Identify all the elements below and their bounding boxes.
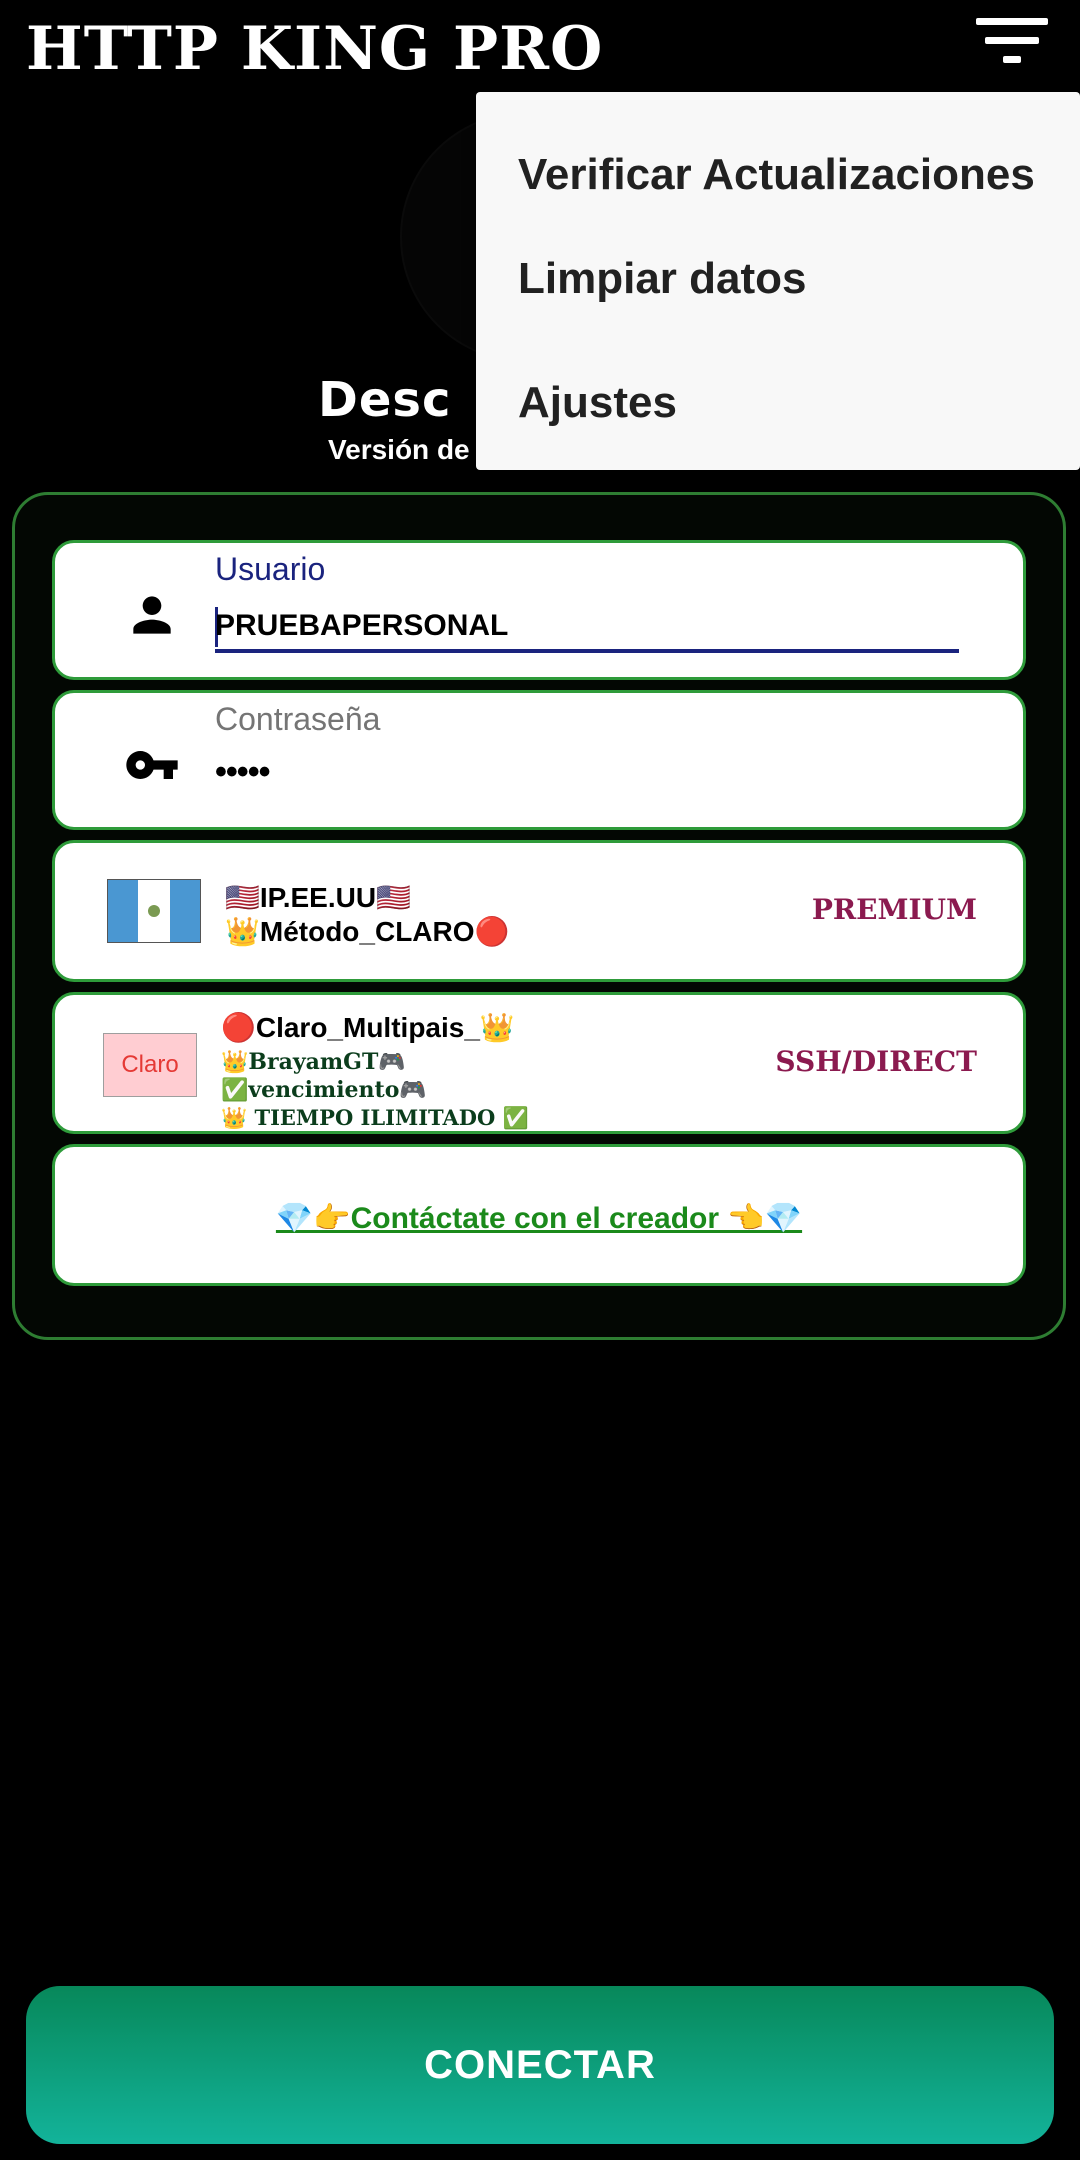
payload-author: 👑BrayamGT🎮 [221, 1049, 406, 1075]
contact-creator-link[interactable]: 💎👉Contáctate con el creador 👈💎 [55, 1201, 1023, 1236]
input-underline [215, 649, 959, 653]
payload-duration: 👑 TIEMPO ILIMITADO ✅ [221, 1105, 529, 1130]
payload-title: 🔴Claro_Multipais_👑 [221, 1012, 515, 1043]
claro-logo: Claro [103, 1033, 197, 1097]
guatemala-flag-icon [107, 879, 201, 943]
password-label: Contraseña [215, 701, 381, 737]
password-input[interactable]: ••••• [215, 753, 271, 792]
menu-item-settings[interactable]: Ajustes [476, 340, 1080, 466]
connection-status-title: Desc [318, 372, 452, 428]
app-title: HTTP KING PRO [26, 14, 604, 84]
server-name: 🇺🇸IP.EE.UU🇺🇸 [225, 882, 411, 913]
password-card[interactable]: Contraseña ••••• [52, 690, 1026, 830]
server-selector[interactable]: 🇺🇸IP.EE.UU🇺🇸 👑Método_CLARO🔴 PREMIUM [52, 840, 1026, 982]
key-icon [126, 751, 178, 779]
menu-item-clear-data[interactable]: Limpiar datos [476, 216, 1080, 342]
username-input[interactable]: PRUEBAPERSONAL [215, 609, 508, 643]
server-tag: PREMIUM [811, 893, 977, 926]
overflow-menu: Verificar Actualizaciones Limpiar datos … [476, 92, 1080, 470]
username-label: Usuario [215, 551, 326, 587]
payload-selector[interactable]: Claro 🔴Claro_Multipais_👑 👑BrayamGT🎮 ✅ven… [52, 992, 1026, 1134]
filter-menu-icon[interactable] [966, 18, 1048, 78]
person-icon [133, 596, 171, 634]
menu-item-check-updates[interactable]: Verificar Actualizaciones [476, 112, 1080, 218]
connect-button[interactable]: CONECTAR [26, 1986, 1054, 2144]
payload-expiry: ✅vencimiento🎮 [221, 1077, 427, 1103]
version-text: Versión de [328, 434, 470, 465]
username-card[interactable]: Usuario PRUEBAPERSONAL [52, 540, 1026, 680]
payload-tag: SSH/DIRECT [775, 1045, 977, 1078]
contact-card: 💎👉Contáctate con el creador 👈💎 [52, 1144, 1026, 1286]
server-method: 👑Método_CLARO🔴 [225, 916, 510, 947]
